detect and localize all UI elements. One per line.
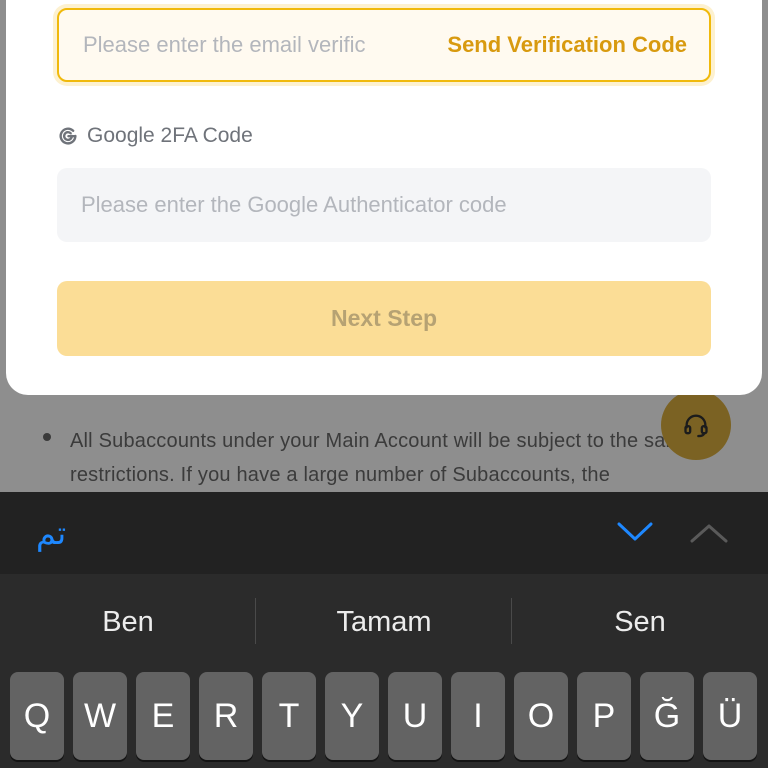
keyboard-letter-row: Q W E R T Y U I O P Ğ Ü <box>0 672 768 768</box>
key-w[interactable]: W <box>73 672 127 760</box>
chevron-up-icon[interactable] <box>688 517 730 547</box>
headset-icon <box>684 414 708 438</box>
send-verification-code-button[interactable]: Send Verification Code <box>447 32 687 58</box>
keyboard: تم Ben Tamam Sen Q W E R T Y U I O P Ğ Ü <box>0 492 768 768</box>
key-t[interactable]: T <box>262 672 316 760</box>
email-verification-field[interactable]: Please enter the email verific Send Veri… <box>57 8 711 82</box>
suggestion-2[interactable]: Tamam <box>256 574 512 670</box>
key-r[interactable]: R <box>199 672 253 760</box>
keyboard-toolbar: تم <box>0 492 768 574</box>
key-e[interactable]: E <box>136 672 190 760</box>
suggestion-3[interactable]: Sen <box>512 574 768 670</box>
key-q[interactable]: Q <box>10 672 64 760</box>
google-2fa-label-text: Google 2FA Code <box>87 124 253 147</box>
suggestion-bar: Ben Tamam Sen <box>0 574 768 670</box>
key-i[interactable]: I <box>451 672 505 760</box>
key-u-umlaut[interactable]: Ü <box>703 672 757 760</box>
next-step-button[interactable]: Next Step <box>57 281 711 356</box>
google-2fa-label: Google 2FA Code <box>57 124 253 148</box>
chevron-down-icon[interactable] <box>615 517 655 547</box>
key-o[interactable]: O <box>514 672 568 760</box>
google-icon <box>59 127 77 145</box>
suggestion-1[interactable]: Ben <box>0 574 256 670</box>
key-p[interactable]: P <box>577 672 631 760</box>
keyboard-done-button[interactable]: تم <box>36 514 66 552</box>
bullet-dot <box>43 433 51 441</box>
background-bullet-text: All Subaccounts under your Main Account … <box>70 430 694 486</box>
key-y[interactable]: Y <box>325 672 379 760</box>
support-button[interactable] <box>661 390 731 460</box>
google-authenticator-placeholder[interactable]: Please enter the Google Authenticator co… <box>81 192 507 218</box>
email-verification-placeholder[interactable]: Please enter the email verific <box>83 32 435 58</box>
key-u[interactable]: U <box>388 672 442 760</box>
google-authenticator-field[interactable]: Please enter the Google Authenticator co… <box>57 168 711 242</box>
key-g-breve[interactable]: Ğ <box>640 672 694 760</box>
